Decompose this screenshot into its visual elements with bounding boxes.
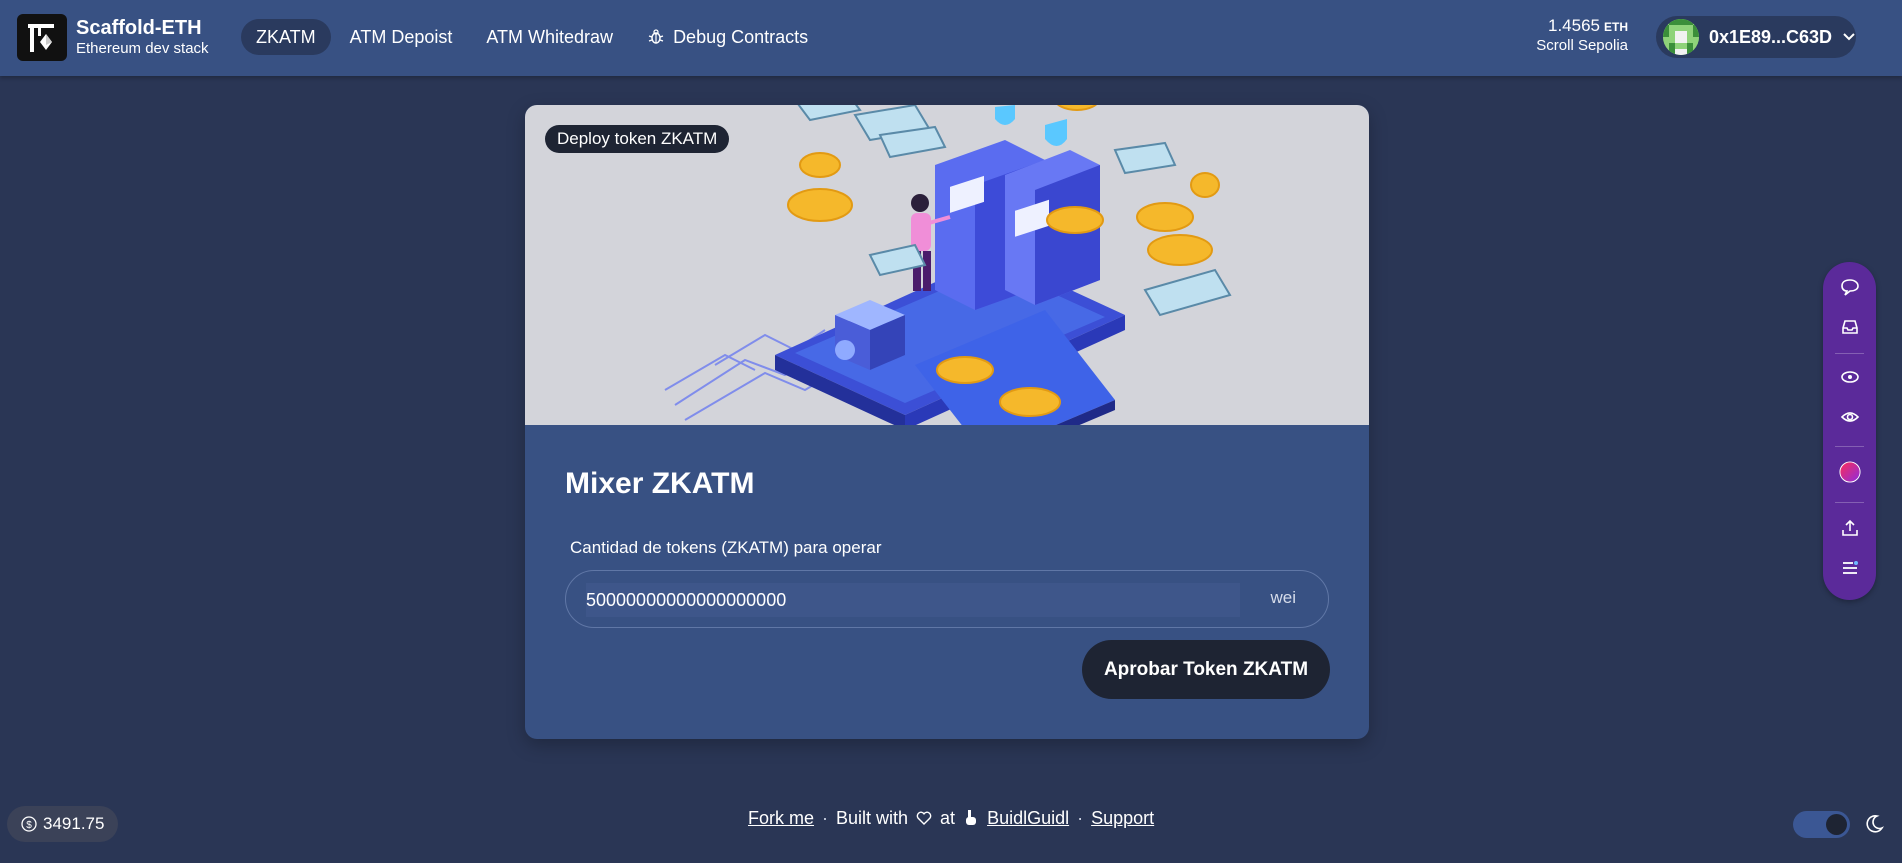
divider [1835, 446, 1864, 447]
brand-title: Scaffold-ETH [76, 17, 202, 39]
divider [1835, 353, 1864, 354]
moon-icon [1866, 815, 1884, 833]
buidlguidl-icon [966, 810, 977, 825]
separator-dot: · [1077, 807, 1084, 828]
hero-illustration: Deploy token ZKATM [525, 105, 1369, 465]
brand-subtitle: Ethereum dev stack [76, 40, 209, 57]
approve-token-button[interactable]: Aprobar Token ZKATM [1082, 640, 1330, 699]
at-text: at [940, 807, 956, 828]
top-navbar: Scaffold-ETH Ethereum dev stack ZKATM AT… [0, 0, 1902, 76]
eye-outline-icon[interactable] [1839, 366, 1861, 388]
balance-currency: ETH [1604, 20, 1628, 34]
scaffold-logo[interactable] [17, 14, 67, 61]
brand: Scaffold-ETH Ethereum dev stack [76, 16, 209, 58]
account-button[interactable]: 0x1E89...C63D [1656, 16, 1856, 58]
eth-price-badge: $ 3491.75 [7, 806, 119, 842]
built-with-text: Built with [836, 807, 909, 828]
card-title: Mixer ZKATM [565, 467, 755, 500]
deploy-token-badge: Deploy token ZKATM [545, 125, 730, 153]
profile-gradient-icon[interactable] [1839, 461, 1861, 483]
theme-toggle[interactable] [1793, 811, 1850, 838]
upload-icon[interactable] [1839, 517, 1861, 539]
fork-me-link[interactable]: Fork me [748, 808, 814, 829]
chevron-down-icon [1843, 33, 1855, 41]
atm-illustration [664, 105, 1232, 465]
side-panel [1823, 262, 1876, 600]
wallet-balance[interactable]: 1.4565 ETH Scroll Sepolia [1536, 16, 1628, 55]
mixer-card: Deploy token ZKATM Mixer ZKATM Cantidad … [525, 105, 1369, 739]
scaffold-logo-icon [28, 23, 54, 52]
account-address: 0x1E89...C63D [1708, 26, 1833, 47]
balance-amount: 1.4565 [1548, 16, 1600, 35]
unit-label: wei [1270, 588, 1296, 607]
toggle-knob [1826, 814, 1847, 835]
amount-field: wei [565, 570, 1329, 628]
main-nav: ZKATM ATM Depoist ATM Whitedraw Debug Co… [241, 19, 823, 55]
nav-item-zkatm[interactable]: ZKATM [241, 19, 331, 55]
eth-price: 3491.75 [43, 814, 105, 833]
menu-icon[interactable] [1839, 557, 1861, 579]
nav-item-atm-withdraw[interactable]: ATM Whitedraw [471, 19, 628, 55]
balance-value: 1.4565 ETH [1536, 16, 1628, 37]
svg-text:$: $ [26, 820, 32, 831]
avatar [1663, 19, 1699, 55]
support-link[interactable]: Support [1091, 808, 1154, 829]
bug-icon [648, 29, 664, 44]
footer-links: Fork me · Built with at BuidlGuidl · Sup… [748, 805, 1154, 831]
buidlguidl-link[interactable]: BuidlGuidl [987, 808, 1069, 829]
inbox-icon[interactable] [1839, 316, 1861, 338]
dollar-icon: $ [21, 816, 37, 832]
separator-dot: · [822, 807, 829, 828]
amount-label: Cantidad de tokens (ZKATM) para operar [570, 538, 882, 557]
heart-icon [916, 811, 932, 825]
amount-input[interactable] [586, 583, 1240, 617]
nav-item-label: ATM Whitedraw [486, 26, 614, 47]
nav-item-atm-deposit[interactable]: ATM Depoist [335, 19, 468, 55]
network-name: Scroll Sepolia [1536, 37, 1628, 54]
nav-item-label: ATM Depoist [349, 26, 453, 47]
nav-item-label: Debug Contracts [673, 26, 809, 47]
chat-icon[interactable] [1839, 276, 1861, 298]
divider [1835, 502, 1864, 503]
identicon-icon [1663, 19, 1699, 55]
nav-item-label: ZKATM [256, 26, 316, 47]
nav-item-debug-contracts[interactable]: Debug Contracts [632, 19, 823, 55]
eye-icon[interactable] [1839, 406, 1861, 428]
